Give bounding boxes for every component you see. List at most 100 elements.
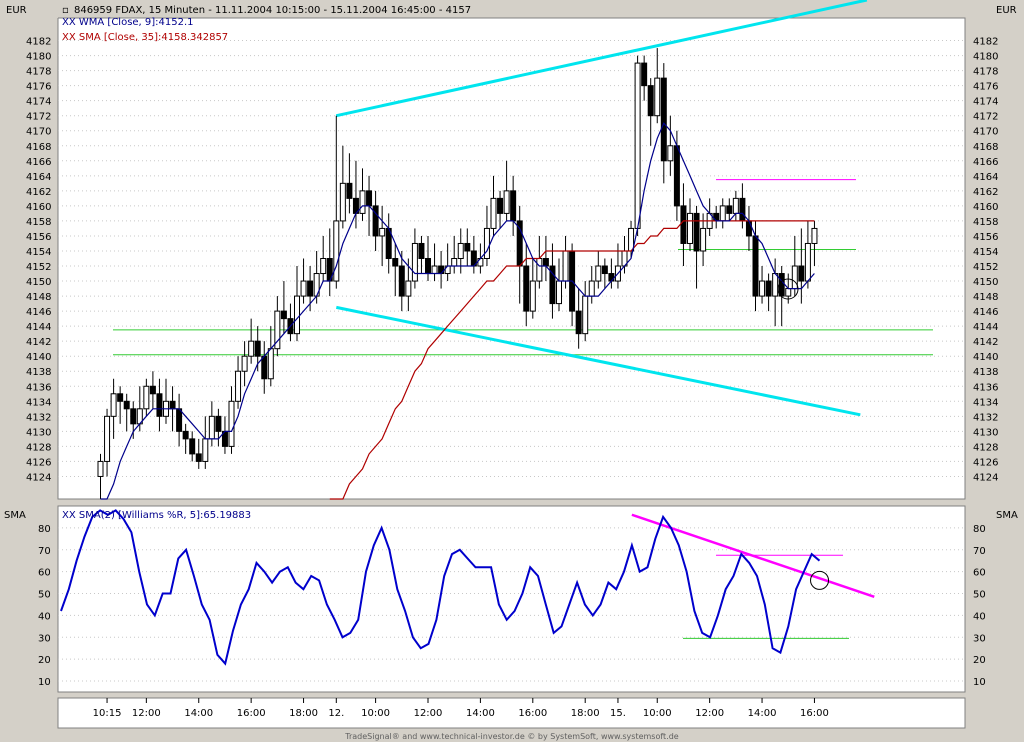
time-axis: 10:15 12:00 14:00 16:00 18:00 12. 10:00 12:00 14…: [57, 697, 966, 729]
price-y-tick-right: 4176: [973, 82, 998, 93]
price-y-tick-left: 4126: [26, 457, 51, 468]
price-y-tick-right: 4150: [973, 277, 998, 288]
price-y-tick-left: 4170: [26, 127, 51, 138]
osc-y-tick-right: 60: [973, 568, 986, 579]
candle-body: [634, 62, 641, 229]
price-y-tick-right: 4182: [973, 37, 998, 48]
candle-body: [189, 438, 196, 455]
x-tick-label: 12:00: [132, 708, 161, 719]
candle-body: [339, 182, 346, 222]
candle-body: [431, 265, 438, 275]
x-tick-label: 16:00: [800, 708, 829, 719]
price-y-tick-left: 4152: [26, 262, 51, 273]
price-y-tick-right: 4172: [973, 112, 998, 123]
osc-y-tick-left: 50: [38, 590, 51, 601]
candle-body: [483, 227, 490, 259]
price-y-tick-right: 4168: [973, 142, 998, 153]
price-right-currency: EUR: [996, 5, 1017, 16]
candle-body: [798, 265, 805, 282]
price-y-tick-right: 4174: [973, 97, 998, 108]
x-tick-label: 10:00: [643, 708, 672, 719]
candle-body: [673, 145, 680, 207]
price-y-tick-left: 4176: [26, 82, 51, 93]
legend-wma: XX WMA [Close, 9]:4152.1: [62, 17, 194, 28]
candle-body: [346, 182, 353, 199]
osc-title: XX SMA(2) [Williams %R, 5]:65.19883: [62, 510, 251, 521]
candle-body: [333, 220, 340, 282]
x-tick-label: 14:00: [466, 708, 495, 719]
candle-body: [451, 258, 458, 267]
candle-body: [536, 258, 543, 282]
price-y-tick-right: 4178: [973, 67, 998, 78]
price-y-tick-right: 4170: [973, 127, 998, 138]
candle-body: [759, 280, 766, 297]
price-y-tick-left: 4144: [26, 322, 51, 333]
candle-body: [261, 355, 268, 380]
price-y-tick-left: 4138: [26, 367, 51, 378]
price-y-tick-left: 4128: [26, 442, 51, 453]
price-y-tick-right: 4144: [973, 322, 998, 333]
candle-body: [241, 355, 248, 372]
price-left-currency: EUR: [6, 5, 27, 16]
x-tick-label: 10:15: [93, 708, 122, 719]
candle-body: [660, 77, 667, 162]
footer-credit: TradeSignal® and www.technical-investor.…: [344, 732, 679, 741]
candle-body: [123, 400, 130, 410]
osc-y-tick-left: 30: [38, 633, 51, 644]
legend-sma: XX SMA [Close, 35]:4158.342857: [62, 32, 228, 43]
price-y-tick-left: 4182: [26, 37, 51, 48]
candle-body: [595, 265, 602, 282]
osc-y-tick-left: 40: [38, 611, 51, 622]
oscillator-panel: SMA SMA 10 10 20 20 30 30 40 40 50 50 60 60 70 70 80 80…: [4, 505, 1018, 693]
price-y-tick-left: 4136: [26, 382, 51, 393]
candle-body: [379, 227, 386, 237]
price-y-tick-right: 4152: [973, 262, 998, 273]
candle-body: [248, 340, 255, 357]
price-y-tick-right: 4158: [973, 217, 998, 228]
price-y-tick-left: 4130: [26, 427, 51, 438]
price-y-tick-left: 4172: [26, 112, 51, 123]
x-tick-label: 10:00: [361, 708, 390, 719]
osc-y-tick-left: 80: [38, 524, 51, 535]
price-y-tick-left: 4142: [26, 337, 51, 348]
price-panel: EUR EUR 4124 4124 4126 4126 4128 4128 4130 4130…: [0, 0, 1017, 500]
candle-body: [208, 415, 215, 440]
candle-body: [438, 265, 445, 275]
candle-body: [366, 190, 373, 207]
osc-y-tick-right: 10: [973, 677, 986, 688]
title-text: 846959 FDAX, 15 Minuten - 11.11.2004 10:…: [74, 5, 471, 16]
osc-right-label: SMA: [996, 510, 1018, 521]
candle-body: [143, 385, 150, 410]
price-y-tick-right: 4136: [973, 382, 998, 393]
price-y-tick-right: 4164: [973, 172, 998, 183]
x-tick-label: 12.: [328, 708, 344, 719]
osc-y-tick-left: 60: [38, 568, 51, 579]
price-y-tick-left: 4160: [26, 202, 51, 213]
candle-body: [280, 310, 287, 320]
candle-body: [182, 430, 189, 440]
candle-body: [418, 242, 425, 259]
price-y-tick-left: 4180: [26, 52, 51, 63]
price-y-tick-right: 4130: [973, 427, 998, 438]
candle-body: [765, 280, 772, 297]
osc-y-tick-left: 70: [38, 546, 51, 557]
price-y-tick-right: 4180: [973, 52, 998, 63]
candle-body: [719, 205, 726, 222]
price-y-tick-right: 4160: [973, 202, 998, 213]
price-y-tick-left: 4132: [26, 412, 51, 423]
candle-body: [811, 227, 818, 244]
price-y-tick-left: 4178: [26, 67, 51, 78]
candle-body: [647, 85, 654, 117]
candle-body: [804, 242, 811, 282]
oscillator-plot-area: [57, 505, 966, 693]
price-y-tick-left: 4124: [26, 472, 51, 483]
price-y-tick-right: 4126: [973, 457, 998, 468]
candle-body: [235, 370, 242, 402]
price-y-tick-left: 4158: [26, 217, 51, 228]
candle-body: [739, 197, 746, 222]
candle-body: [169, 400, 176, 410]
candle-body: [680, 205, 687, 244]
price-y-tick-left: 4150: [26, 277, 51, 288]
price-y-tick-right: 4166: [973, 157, 998, 168]
candle-body: [307, 280, 314, 297]
